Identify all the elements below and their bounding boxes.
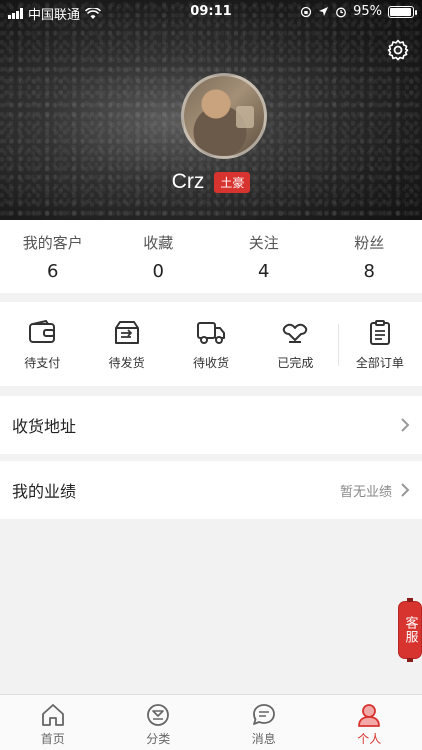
order-label: 待收货	[193, 356, 230, 370]
status-bar: 中国联通 09:11 95%	[0, 0, 422, 24]
tab-label: 消息	[251, 732, 276, 746]
order-all[interactable]: 全部订单	[337, 302, 422, 386]
row-value: 暂无业绩	[339, 484, 392, 500]
category-icon	[147, 704, 170, 726]
tab-home[interactable]: 首页	[0, 695, 106, 750]
tab-category[interactable]: 分类	[106, 695, 212, 750]
tab-label: 分类	[146, 732, 171, 746]
rotation-lock-icon	[300, 6, 312, 17]
stat-value: 8	[363, 261, 375, 282]
stat-label: 收藏	[143, 234, 174, 252]
truck-icon	[197, 322, 226, 344]
battery-percent: 95%	[353, 4, 382, 19]
stat-following[interactable]: 关注 4	[211, 220, 317, 293]
stat-fans[interactable]: 粉丝 8	[317, 220, 422, 293]
home-icon	[41, 704, 64, 726]
stat-label: 粉丝	[354, 234, 385, 252]
avatar[interactable]	[181, 73, 267, 159]
order-completed[interactable]: 已完成	[253, 302, 337, 386]
stat-label: 我的客户	[22, 234, 83, 252]
order-label: 待支付	[24, 356, 61, 370]
username: Crz	[171, 170, 205, 193]
tab-profile[interactable]: 个人	[317, 695, 422, 750]
user-icon	[358, 704, 381, 727]
order-shortcuts: 待支付 待发货 待收货 已完成 全部订单	[0, 302, 422, 386]
stat-value: 6	[47, 261, 59, 282]
battery-icon	[388, 5, 417, 18]
order-pending-shipment[interactable]: 待发货	[84, 302, 168, 386]
location-icon	[319, 7, 329, 16]
handshake-icon	[283, 323, 308, 343]
order-label: 已完成	[277, 356, 314, 370]
message-icon	[252, 704, 275, 725]
tab-messages[interactable]: 消息	[211, 695, 317, 750]
gear-icon[interactable]	[386, 38, 410, 62]
row-title: 我的业绩	[12, 482, 77, 501]
order-label: 待发货	[108, 356, 145, 370]
alarm-icon	[336, 7, 347, 17]
order-pending-payment[interactable]: 待支付	[0, 302, 84, 386]
box-icon	[114, 321, 139, 344]
stat-value: 0	[152, 261, 164, 282]
tab-bar: 首页 分类 消息 个人	[0, 694, 422, 750]
tab-label: 首页	[40, 732, 65, 746]
stat-label: 关注	[248, 234, 279, 252]
order-pending-receipt[interactable]: 待收货	[169, 302, 253, 386]
performance-row[interactable]: 我的业绩 暂无业绩	[0, 461, 422, 519]
profile-header: 中国联通 09:11 95% Crz 土豪	[0, 0, 422, 220]
address-row[interactable]: 收货地址	[0, 396, 422, 454]
row-title: 收货地址	[12, 417, 77, 436]
stat-customers[interactable]: 我的客户 6	[0, 220, 106, 293]
order-label: 全部订单	[355, 356, 404, 370]
stats-bar: 我的客户 6 收藏 0 关注 4 粉丝 8	[0, 220, 422, 293]
level-badge: 土豪	[214, 171, 251, 193]
stat-favorites[interactable]: 收藏 0	[106, 220, 212, 293]
wallet-icon	[29, 320, 56, 343]
stat-value: 4	[258, 261, 270, 282]
customer-service-button[interactable]: 客服	[399, 598, 421, 662]
clipboard-icon	[369, 320, 390, 345]
tab-label: 个人	[357, 732, 382, 746]
chevron-right-icon	[401, 483, 410, 497]
chevron-right-icon	[401, 418, 410, 432]
